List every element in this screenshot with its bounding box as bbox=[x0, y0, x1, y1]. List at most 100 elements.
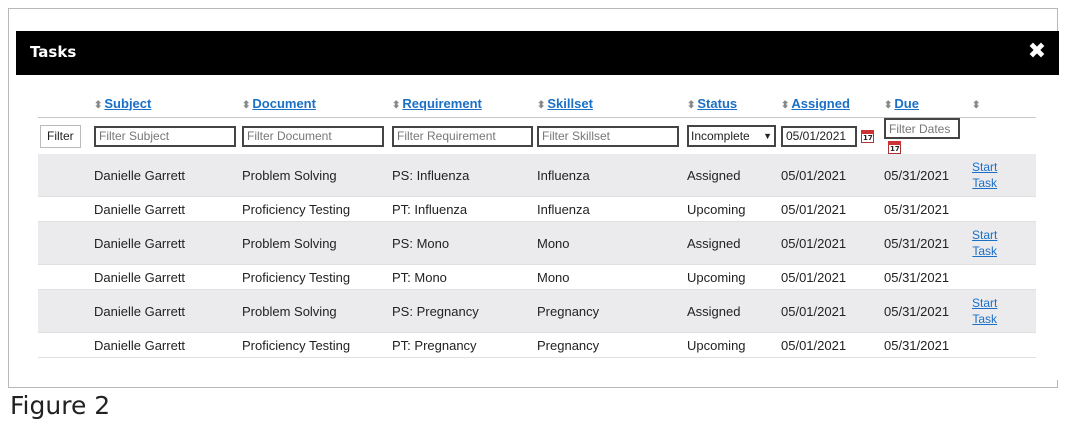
cell-status: Assigned bbox=[687, 221, 781, 266]
start-task-line1: Start bbox=[972, 160, 998, 175]
table-row: Danielle Garrett Proficiency Testing PT:… bbox=[38, 264, 1036, 291]
cell-subject: Danielle Garrett bbox=[94, 154, 242, 198]
filter-assigned-input[interactable] bbox=[781, 125, 857, 147]
row-blank bbox=[38, 154, 94, 198]
calendar-icon[interactable]: 17 bbox=[861, 130, 874, 144]
cell-assigned: 05/01/2021 bbox=[781, 332, 884, 359]
cell-requirement: PT: Pregnancy bbox=[392, 332, 537, 359]
sort-assigned-link[interactable]: Assigned bbox=[791, 96, 850, 111]
cell-subject: Danielle Garrett bbox=[94, 289, 242, 334]
cell-document: Problem Solving bbox=[242, 154, 392, 198]
table-row: Danielle Garrett Problem Solving PS: Mon… bbox=[38, 221, 1036, 266]
header-status[interactable]: ⬍ Status bbox=[687, 89, 781, 118]
cell-due: 05/31/2021 bbox=[884, 332, 972, 359]
cell-action: Start Task bbox=[972, 154, 1036, 198]
cell-action bbox=[972, 196, 1036, 223]
figure-caption: Figure 2 bbox=[10, 391, 111, 420]
chevron-down-icon: ▼ bbox=[763, 131, 772, 142]
sort-icon: ⬍ bbox=[242, 99, 251, 111]
header-blank bbox=[38, 89, 94, 118]
filter-due-cell: 17 bbox=[884, 118, 972, 155]
cell-due: 05/31/2021 bbox=[884, 196, 972, 223]
window-title: Tasks bbox=[30, 43, 77, 61]
cell-action bbox=[972, 264, 1036, 291]
cell-status: Assigned bbox=[687, 289, 781, 334]
cell-requirement: PT: Mono bbox=[392, 264, 537, 291]
table-row: Danielle Garrett Problem Solving PS: Pre… bbox=[38, 289, 1036, 334]
cell-requirement: PS: Influenza bbox=[392, 154, 537, 198]
sort-due-link[interactable]: Due bbox=[894, 96, 919, 111]
cell-subject: Danielle Garrett bbox=[94, 196, 242, 223]
close-icon[interactable]: ✖ bbox=[1023, 37, 1051, 67]
cell-subject: Danielle Garrett bbox=[94, 332, 242, 359]
cell-status: Upcoming bbox=[687, 332, 781, 359]
header-subject[interactable]: ⬍ Subject bbox=[94, 89, 242, 118]
cell-document: Proficiency Testing bbox=[242, 264, 392, 291]
filter-document-input[interactable] bbox=[242, 125, 384, 147]
header-actions[interactable]: ⬍ bbox=[972, 89, 1036, 118]
calendar-icon[interactable]: 17 bbox=[888, 141, 901, 155]
sort-icon: ⬍ bbox=[94, 99, 103, 111]
cell-subject: Danielle Garrett bbox=[94, 264, 242, 291]
filter-requirement-input[interactable] bbox=[392, 125, 533, 147]
cell-requirement: PS: Pregnancy bbox=[392, 289, 537, 334]
cell-action: Start Task bbox=[972, 289, 1036, 334]
cell-subject: Danielle Garrett bbox=[94, 221, 242, 266]
status-select-value: Incomplete bbox=[691, 129, 750, 144]
filter-due-input[interactable] bbox=[884, 118, 960, 139]
cell-skillset: Pregnancy bbox=[537, 332, 687, 359]
sort-skillset-link[interactable]: Skillset bbox=[547, 96, 593, 111]
header-document[interactable]: ⬍ Document bbox=[242, 89, 392, 118]
header-due[interactable]: ⬍ Due bbox=[884, 89, 972, 118]
filter-row: Filter Incomplete ▼ 17 17 bbox=[38, 118, 1036, 155]
sort-status-link[interactable]: Status bbox=[697, 96, 737, 111]
start-task-line2: Task bbox=[972, 176, 998, 191]
sort-icon: ⬍ bbox=[687, 99, 696, 111]
header-requirement[interactable]: ⬍ Requirement bbox=[392, 89, 537, 118]
sort-icon: ⬍ bbox=[537, 99, 546, 111]
sort-requirement-link[interactable]: Requirement bbox=[402, 96, 481, 111]
header-skillset[interactable]: ⬍ Skillset bbox=[537, 89, 687, 118]
cell-status: Upcoming bbox=[687, 196, 781, 223]
cell-assigned: 05/01/2021 bbox=[781, 154, 884, 198]
sort-icon: ⬍ bbox=[392, 99, 401, 111]
filter-subject-input[interactable] bbox=[94, 125, 236, 147]
cell-due: 05/31/2021 bbox=[884, 289, 972, 334]
sort-icon[interactable]: ⬍ bbox=[972, 100, 980, 111]
start-task-link[interactable]: Start Task bbox=[972, 159, 997, 191]
row-blank bbox=[38, 332, 94, 359]
tasks-window-titlebar: Tasks ✖ bbox=[16, 31, 1059, 75]
table-row: Danielle Garrett Proficiency Testing PT:… bbox=[38, 332, 1036, 359]
calendar-day-text: 17 bbox=[890, 145, 900, 154]
cell-skillset: Influenza bbox=[537, 196, 687, 223]
table-row: Danielle Garrett Proficiency Testing PT:… bbox=[38, 196, 1036, 223]
cell-due: 05/31/2021 bbox=[884, 221, 972, 266]
row-blank bbox=[38, 264, 94, 291]
tasks-window-body: ⬍ Subject ⬍ Document ⬍ Requirement ⬍ Skillse… bbox=[16, 75, 1059, 380]
sort-subject-link[interactable]: Subject bbox=[104, 96, 151, 111]
start-task-link[interactable]: Start Task bbox=[972, 227, 997, 259]
filter-status-cell: Incomplete ▼ bbox=[687, 118, 781, 155]
filter-skillset-cell bbox=[537, 118, 687, 155]
start-task-link[interactable]: Start Task bbox=[972, 295, 997, 327]
filter-skillset-input[interactable] bbox=[537, 125, 679, 147]
cell-skillset: Pregnancy bbox=[537, 289, 687, 334]
status-select[interactable]: Incomplete ▼ bbox=[687, 125, 776, 148]
filter-button[interactable]: Filter bbox=[40, 124, 81, 148]
header-assigned[interactable]: ⬍ Assigned bbox=[781, 89, 884, 118]
start-task-line2: Task bbox=[972, 312, 998, 327]
calendar-day-text: 17 bbox=[863, 134, 873, 143]
cell-requirement: PT: Influenza bbox=[392, 196, 537, 223]
sort-icon: ⬍ bbox=[884, 99, 893, 111]
cell-action bbox=[972, 332, 1036, 359]
sort-document-link[interactable]: Document bbox=[252, 96, 316, 111]
sort-icon: ⬍ bbox=[781, 99, 790, 111]
filter-actions-cell bbox=[972, 118, 1036, 155]
cell-document: Problem Solving bbox=[242, 221, 392, 266]
filter-button-cell: Filter bbox=[38, 118, 94, 155]
cell-due: 05/31/2021 bbox=[884, 264, 972, 291]
cell-skillset: Influenza bbox=[537, 154, 687, 198]
cell-requirement: PS: Mono bbox=[392, 221, 537, 266]
row-blank bbox=[38, 289, 94, 334]
start-task-line1: Start bbox=[972, 296, 998, 311]
